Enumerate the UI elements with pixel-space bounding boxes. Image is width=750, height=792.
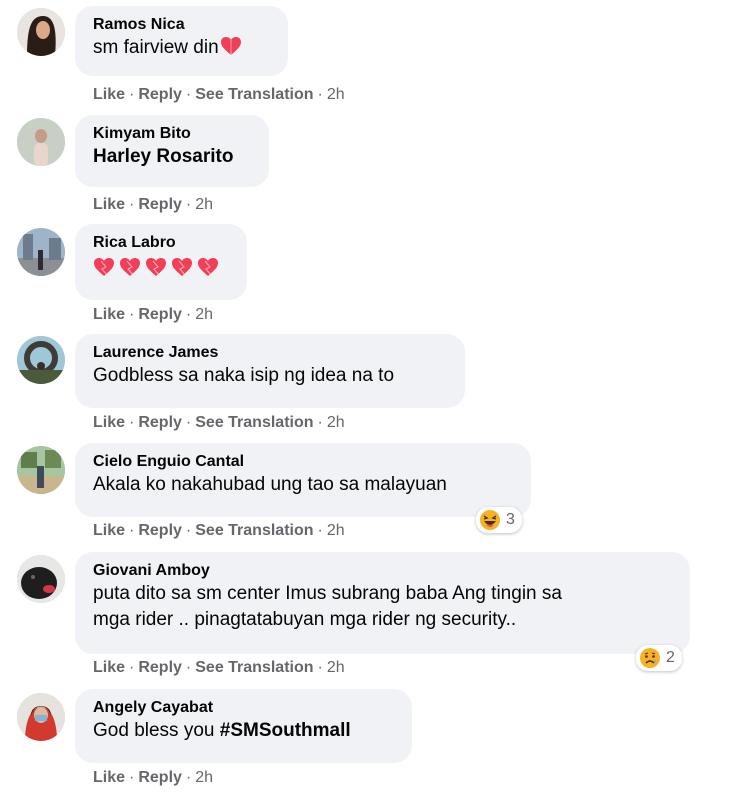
see-translation-button[interactable]: See Translation: [195, 659, 313, 676]
timestamp[interactable]: 2h: [327, 414, 345, 431]
avatar[interactable]: [17, 228, 65, 276]
avatar[interactable]: [17, 118, 65, 166]
like-button[interactable]: Like: [93, 659, 125, 676]
reply-button[interactable]: Reply: [138, 769, 182, 786]
comment-actions: Like · Reply · 2h: [93, 196, 214, 213]
laughing-emoji-icon: [479, 509, 501, 531]
avatar[interactable]: [17, 446, 65, 494]
comment-text-content: God bless you: [93, 720, 220, 741]
hashtag-link[interactable]: #SMSouthmall: [220, 720, 351, 741]
commenter-name[interactable]: Rica Labro: [93, 233, 228, 253]
comment-text-line: mga rider .. pinagtatabuyan mga rider ng…: [93, 609, 517, 630]
see-translation-button[interactable]: See Translation: [195, 522, 313, 539]
see-translation-button[interactable]: See Translation: [195, 414, 313, 431]
comment-actions: Like · Reply · See Translation · 2h: [93, 414, 345, 431]
sad-emoji-icon: [639, 647, 661, 669]
like-button[interactable]: Like: [93, 522, 125, 539]
like-button[interactable]: Like: [93, 86, 125, 103]
reaction-badge[interactable]: 2: [636, 645, 682, 671]
comment-bubble: Cielo Enguio Cantal Akala ko nakahubad u…: [75, 443, 531, 517]
like-button[interactable]: Like: [93, 306, 125, 323]
comment-actions: Like · Reply · 2h: [93, 306, 214, 323]
commenter-name[interactable]: Laurence James: [93, 343, 446, 363]
commenter-name[interactable]: Kimyam Bito: [93, 124, 250, 144]
avatar[interactable]: [17, 555, 65, 603]
timestamp[interactable]: 2h: [327, 522, 345, 539]
commenter-name[interactable]: Giovani Amboy: [93, 561, 671, 581]
timestamp[interactable]: 2h: [195, 306, 213, 323]
reaction-count: 3: [506, 511, 515, 528]
timestamp[interactable]: 2h: [195, 196, 213, 213]
comment-bubble: Kimyam Bito Harley Rosarito: [75, 115, 269, 187]
comment-actions: Like · Reply · See Translation · 2h: [93, 522, 345, 539]
comment-text: God bless you #SMSouthmall: [93, 718, 393, 744]
avatar[interactable]: [17, 336, 65, 384]
timestamp[interactable]: 2h: [327, 659, 345, 676]
comment-text: sm fairview din: [93, 35, 269, 61]
timestamp[interactable]: 2h: [195, 769, 213, 786]
comment-text: Godbless sa naka isip ng idea na to: [93, 365, 395, 386]
reply-button[interactable]: Reply: [138, 522, 182, 539]
see-translation-button[interactable]: See Translation: [195, 86, 313, 103]
reaction-count: 2: [666, 649, 675, 666]
timestamp[interactable]: 2h: [327, 86, 345, 103]
reply-button[interactable]: Reply: [138, 86, 182, 103]
avatar[interactable]: [17, 693, 65, 741]
reply-button[interactable]: Reply: [138, 659, 182, 676]
like-button[interactable]: Like: [93, 196, 125, 213]
comment-bubble: Giovani Amboy puta dito sa sm center Imu…: [75, 552, 690, 654]
comment-text-content: sm fairview din: [93, 37, 219, 58]
heart-icon: [119, 257, 141, 277]
heart-icon: [145, 257, 167, 277]
commenter-name[interactable]: Ramos Nica: [93, 15, 269, 35]
reply-button[interactable]: Reply: [138, 414, 182, 431]
commenter-name[interactable]: Cielo Enguio Cantal: [93, 452, 512, 472]
comment-actions: Like · Reply · See Translation · 2h: [93, 659, 345, 676]
reply-button[interactable]: Reply: [138, 196, 182, 213]
comment-text-line: puta dito sa sm center Imus subrang baba…: [93, 583, 562, 604]
comment-actions: Like · Reply · 2h: [93, 769, 214, 786]
comment-bubble: Laurence James Godbless sa naka isip ng …: [75, 334, 465, 408]
reply-button[interactable]: Reply: [138, 306, 182, 323]
comment-actions: Like · Reply · See Translation · 2h: [93, 86, 345, 103]
commenter-name[interactable]: Angely Cayabat: [93, 698, 393, 718]
comment-bubble: Ramos Nica sm fairview din: [75, 6, 288, 76]
reaction-badge[interactable]: 3: [476, 507, 522, 533]
comment-bubble: Angely Cayabat God bless you #SMSouthmal…: [75, 689, 412, 763]
heart-icon: [93, 257, 115, 277]
like-button[interactable]: Like: [93, 769, 125, 786]
comment-text: Harley Rosarito: [93, 146, 234, 167]
comment-bubble: Rica Labro: [75, 224, 247, 300]
heart-icon: [171, 257, 193, 277]
avatar[interactable]: [17, 8, 65, 56]
heart-emoji-row: [93, 257, 223, 279]
like-button[interactable]: Like: [93, 414, 125, 431]
comment-text: Akala ko nakahubad ung tao sa malayuan: [93, 474, 447, 495]
heart-icon: [197, 257, 219, 277]
heart-icon: [220, 36, 242, 56]
